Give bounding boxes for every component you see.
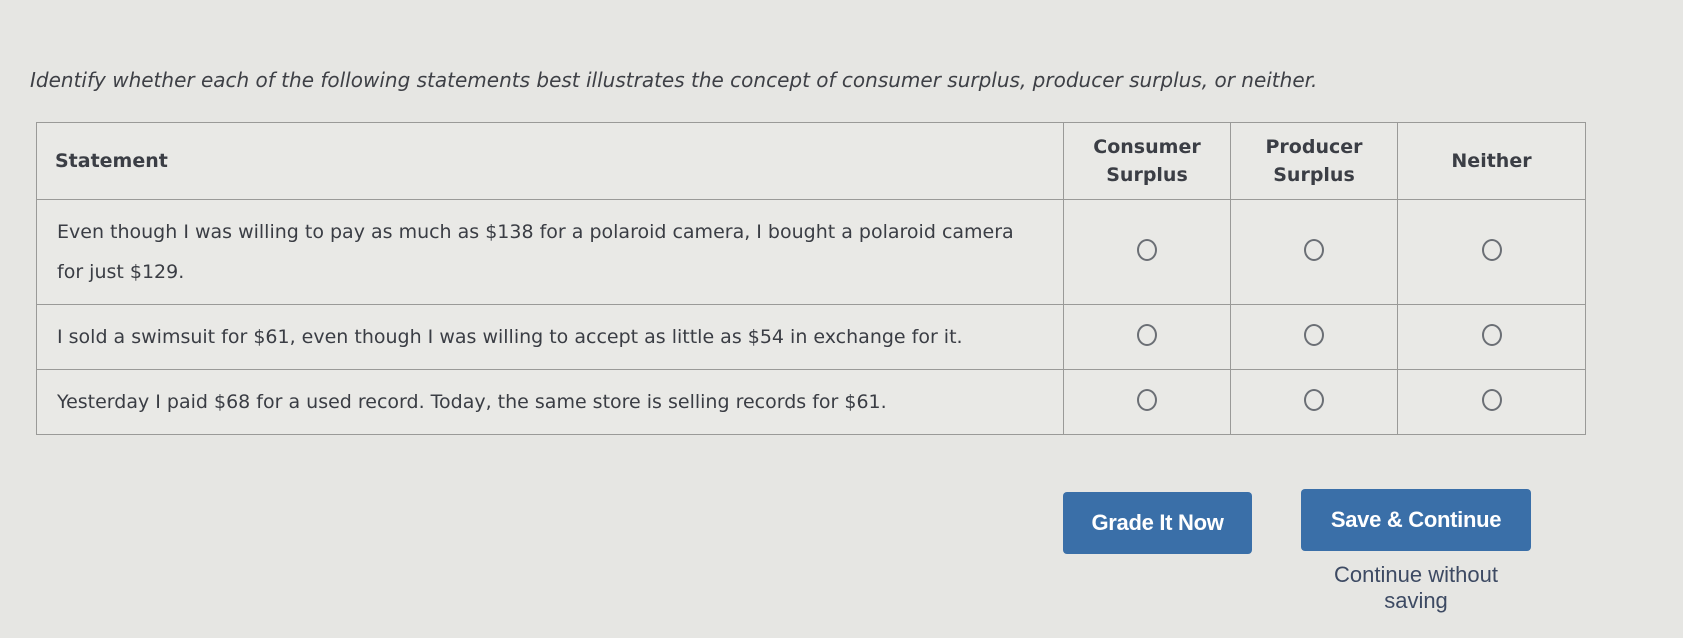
- radio-consumer-surplus[interactable]: [1137, 323, 1157, 346]
- header-statement: Statement: [36, 122, 1064, 200]
- statement-text: Yesterday I paid $68 for a used record. …: [36, 369, 1064, 435]
- table-header-row: Statement Consumer Surplus Producer Surp…: [36, 122, 1586, 200]
- radio-consumer-surplus[interactable]: [1137, 238, 1157, 261]
- radio-neither[interactable]: [1481, 238, 1502, 261]
- statement-table: Statement Consumer Surplus Producer Surp…: [36, 122, 1586, 435]
- radio-neither[interactable]: [1481, 388, 1502, 411]
- header-producer-surplus: Producer Surplus: [1230, 122, 1398, 200]
- table-row: Even though I was willing to pay as much…: [36, 199, 1586, 305]
- header-neither: Neither: [1397, 122, 1586, 200]
- grade-it-now-button[interactable]: Grade It Now: [1063, 492, 1252, 554]
- radio-producer-surplus[interactable]: [1304, 323, 1324, 346]
- radio-consumer-surplus[interactable]: [1137, 388, 1157, 411]
- radio-neither[interactable]: [1481, 323, 1502, 346]
- continue-without-saving-link[interactable]: Continue without saving: [1300, 562, 1532, 614]
- radio-producer-surplus[interactable]: [1304, 238, 1324, 261]
- table-row: Yesterday I paid $68 for a used record. …: [36, 369, 1586, 435]
- radio-producer-surplus[interactable]: [1304, 388, 1324, 411]
- statement-text: I sold a swimsuit for $61, even though I…: [36, 304, 1064, 370]
- question-prompt: Identify whether each of the following s…: [30, 68, 1318, 92]
- save-and-continue-button[interactable]: Save & Continue: [1301, 489, 1531, 551]
- table-row: I sold a swimsuit for $61, even though I…: [36, 304, 1586, 370]
- header-consumer-surplus: Consumer Surplus: [1063, 122, 1231, 200]
- statement-text: Even though I was willing to pay as much…: [36, 199, 1064, 305]
